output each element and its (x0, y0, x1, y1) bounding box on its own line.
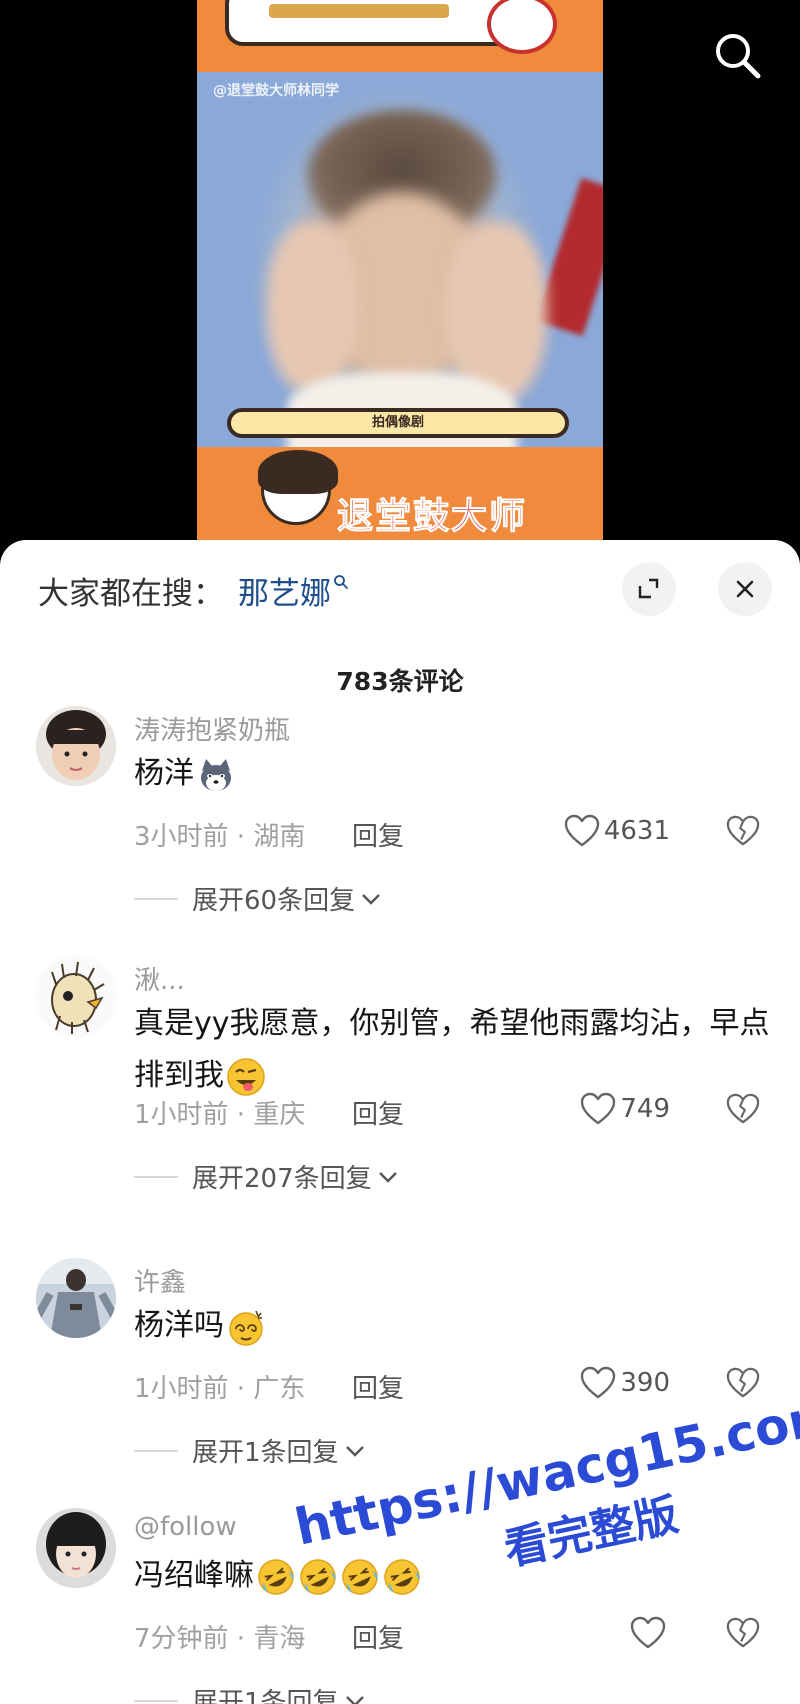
comment-item: 许鑫 杨洋吗 1小时前 · 广东 回复 390 展开1条回复 (0, 1258, 800, 1488)
dislike-button[interactable] (726, 1366, 766, 1406)
comment-username[interactable]: 许鑫 (134, 1262, 186, 1299)
expand-replies[interactable]: 展开60条回复 (134, 880, 383, 920)
comment-meta-row: 7分钟前 · 青海 回复 (134, 1616, 774, 1656)
like-count: 4631 (603, 816, 670, 846)
video-player[interactable]: @退堂鼓大师林同学 拍偶像剧 退堂鼓大师 (0, 0, 800, 560)
wink-tongue-emoji (226, 1057, 266, 1097)
expand-button[interactable] (622, 562, 676, 616)
trending-term-text[interactable]: 那艺娜 (238, 576, 331, 612)
divider-line (134, 897, 178, 900)
cartoon-girl-illustration (258, 450, 338, 525)
video-brand-title: 退堂鼓大师 (336, 495, 528, 538)
dizzy-face-emoji (226, 1307, 266, 1347)
expand-replies[interactable]: 展开207条回复 (134, 1158, 400, 1198)
video-watermark: @退堂鼓大师林同学 (213, 83, 339, 99)
comment-username[interactable]: 涛涛抱紧奶瓶 (134, 710, 290, 747)
reply-button[interactable]: 回复 (352, 816, 404, 853)
heart-icon (581, 1092, 616, 1125)
dislike-button[interactable] (726, 814, 766, 854)
comment-time-location: 1小时前 · 广东 (134, 1374, 306, 1404)
comment-time-location: 1小时前 · 重庆 (134, 1100, 306, 1130)
rolling-laugh-emoji (340, 1557, 380, 1597)
reply-button[interactable]: 回复 (352, 1618, 404, 1655)
chevron-down-icon (362, 893, 380, 905)
like-button[interactable]: 390 (580, 1366, 670, 1406)
like-button[interactable]: 749 (580, 1092, 670, 1132)
like-count: 390 (620, 1368, 670, 1398)
rolling-laugh-emoji (382, 1557, 422, 1597)
comment-sheet-header: 大家都在搜： 那艺娜 (0, 540, 800, 636)
reply-button[interactable]: 回复 (352, 1094, 404, 1131)
dislike-button[interactable] (726, 1616, 766, 1656)
like-count: 749 (620, 1094, 670, 1124)
broken-heart-icon (726, 1617, 760, 1648)
expand-replies-label: 展开1条回复 (192, 1438, 339, 1468)
reply-button[interactable]: 回复 (352, 1368, 404, 1405)
search-icon[interactable] (710, 28, 766, 84)
video-top-speech-bubble (225, 0, 515, 46)
divider-line (134, 1699, 178, 1702)
video-top-banner (197, 0, 603, 72)
divider-line (134, 1449, 178, 1452)
like-button[interactable] (630, 1616, 670, 1656)
broken-heart-icon (726, 1093, 760, 1124)
expand-replies[interactable]: 展开1条回复 (134, 1682, 367, 1704)
heart-icon (581, 1366, 616, 1399)
comment-meta-row: 3小时前 · 湖南 回复 4631 (134, 814, 774, 854)
chevron-down-icon (345, 1445, 364, 1457)
chevron-down-icon (378, 1171, 397, 1183)
video-frame[interactable]: @退堂鼓大师林同学 拍偶像剧 退堂鼓大师 (197, 0, 603, 560)
comment-meta-row: 1小时前 · 重庆 回复 749 (134, 1092, 774, 1132)
dislike-button[interactable] (726, 1092, 766, 1132)
trending-search-label: 大家都在搜： (38, 576, 224, 612)
comment-text: 杨洋吗 (134, 1300, 774, 1352)
comment-time-location: 3小时前 · 湖南 (134, 822, 306, 852)
close-button[interactable] (718, 562, 772, 616)
comment-item: 湫... 真是yy我愿意，你别管，希望他雨露均沾，早点排到我 1小时前 · 重庆… (0, 956, 800, 1216)
expand-replies[interactable]: 展开1条回复 (134, 1432, 367, 1472)
comment-text-content: 杨洋 (134, 756, 194, 791)
comment-time-location: 7分钟前 · 青海 (134, 1624, 306, 1654)
like-button[interactable]: 4631 (564, 814, 670, 854)
comment-username[interactable]: @follow (134, 1512, 237, 1542)
video-caption: 拍偶像剧 (227, 408, 569, 438)
comment-username[interactable]: 湫... (134, 960, 185, 997)
comment-text-content: 冯绍峰嘛 (134, 1558, 254, 1593)
expand-replies-label: 展开207条回复 (192, 1164, 372, 1194)
comment-meta-row: 1小时前 · 广东 回复 390 (134, 1366, 774, 1406)
drum-illustration (487, 0, 557, 54)
chevron-down-icon (345, 1695, 364, 1704)
avatar[interactable] (36, 1508, 116, 1588)
comment-text: 冯绍峰嘛 (134, 1550, 774, 1602)
heart-icon (564, 814, 600, 847)
comment-item: @follow 冯绍峰嘛 7分钟前 · 青海 回复 展开1条回复 (0, 1508, 800, 1704)
expand-replies-label: 展开60条回复 (192, 886, 356, 916)
divider-line (134, 1175, 178, 1178)
comment-count: 783条评论 (336, 667, 464, 696)
heart-icon (630, 1616, 666, 1649)
expand-replies-label: 展开1条回复 (192, 1688, 339, 1704)
comment-item: 涛涛抱紧奶瓶 杨洋 3小时前 · 湖南 回复 4631 展开60条回复 (0, 706, 800, 936)
avatar[interactable] (36, 706, 116, 786)
video-content: @退堂鼓大师林同学 拍偶像剧 (197, 72, 603, 462)
rolling-laugh-emoji (256, 1557, 296, 1597)
broken-heart-icon (726, 1367, 760, 1398)
comment-sheet: 大家都在搜： 那艺娜 783条评论 涛涛抱紧奶瓶 杨洋 3小时前 · 湖南 回复… (0, 540, 800, 1704)
comment-text: 杨洋 (134, 748, 774, 800)
rolling-laugh-emoji (298, 1557, 338, 1597)
close-icon (736, 580, 754, 598)
small-search-icon (334, 575, 348, 589)
avatar[interactable] (36, 956, 116, 1036)
trending-search-term[interactable]: 那艺娜 (238, 568, 349, 613)
husky-dog-emoji (196, 755, 236, 795)
expand-icon (638, 578, 659, 599)
avatar[interactable] (36, 1258, 116, 1338)
comment-text: 真是yy我愿意，你别管，希望他雨露均沾，早点排到我 (134, 998, 774, 1102)
broken-heart-icon (726, 815, 760, 846)
comment-text-content: 杨洋吗 (134, 1308, 224, 1343)
